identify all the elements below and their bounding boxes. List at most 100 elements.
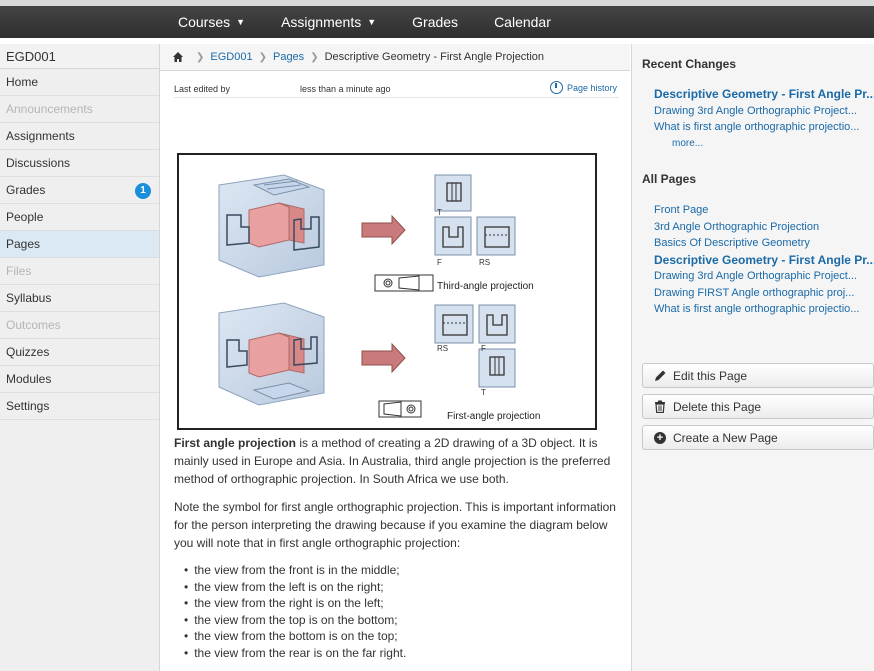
home-icon[interactable] xyxy=(172,51,184,63)
view-label: RS xyxy=(437,344,448,353)
page-link[interactable]: Descriptive Geometry - First Angle Pr... xyxy=(632,252,874,269)
sidebar-item-announcements[interactable]: Announcements xyxy=(0,96,159,123)
page-link[interactable]: Front Page xyxy=(632,202,874,219)
page-link[interactable]: Drawing 3rd Angle Orthographic Project..… xyxy=(632,268,874,285)
sidebar-item-label: Discussions xyxy=(6,156,71,170)
sidebar-item-people[interactable]: People xyxy=(0,204,159,231)
all-pages-heading: All Pages xyxy=(642,172,697,186)
sidebar-item-settings[interactable]: Settings xyxy=(0,393,159,420)
third-angle-cube xyxy=(218,174,325,278)
sidebar-item-outcomes[interactable]: Outcomes xyxy=(0,312,159,339)
top-navigation: Courses ▼ Assignments ▼ Grades Calendar xyxy=(178,14,587,30)
third-angle-views: T F RS xyxy=(434,174,516,267)
third-angle-label: Third-angle projection xyxy=(437,281,534,292)
sidebar-item-files[interactable]: Files xyxy=(0,258,159,285)
nav-assignments-label: Assignments xyxy=(281,14,362,30)
nav-grades[interactable]: Grades xyxy=(412,14,458,30)
page-link[interactable]: Drawing FIRST Angle orthographic proj... xyxy=(632,285,874,302)
sidebar-item-home[interactable]: Home xyxy=(0,69,159,96)
sidebar-item-modules[interactable]: Modules xyxy=(0,366,159,393)
nav-courses[interactable]: Courses ▼ xyxy=(178,14,245,30)
nav-calendar-label: Calendar xyxy=(494,14,551,30)
nav-courses-label: Courses xyxy=(178,14,231,30)
sidebar-item-pages[interactable]: Pages xyxy=(0,231,159,258)
chevron-down-icon: ▼ xyxy=(367,17,377,27)
recent-changes-list: Descriptive Geometry - First Angle Pr...… xyxy=(632,86,874,152)
sidebar-item-label: Announcements xyxy=(6,102,93,116)
breadcrumb-separator: ❯ xyxy=(196,51,205,63)
breadcrumb-separator: ❯ xyxy=(258,51,267,63)
view-label: F xyxy=(481,344,486,353)
course-sidebar: EGD001 Home Announcements Assignments Di… xyxy=(0,44,160,671)
view-label: T xyxy=(437,208,442,217)
recent-page-link[interactable]: Descriptive Geometry - First Angle Pr... xyxy=(632,86,874,103)
create-page-label: Create a New Page xyxy=(673,430,778,445)
delete-page-button[interactable]: Delete this Page xyxy=(642,394,874,419)
projection-diagram-drawing: T F RS Third-angle projection RS F T Fir… xyxy=(218,174,540,422)
first-angle-symbol xyxy=(378,400,422,418)
view-label: T xyxy=(481,388,486,397)
recent-page-link[interactable]: Drawing 3rd Angle Orthographic Project..… xyxy=(632,103,874,120)
sidebar-item-quizzes[interactable]: Quizzes xyxy=(0,339,159,366)
intro-term: First angle projection xyxy=(174,436,297,450)
sidebar-item-syllabus[interactable]: Syllabus xyxy=(0,285,159,312)
breadcrumb-separator: ❯ xyxy=(310,51,319,63)
first-angle-cube xyxy=(218,302,325,406)
more-link[interactable]: more... xyxy=(632,136,874,152)
list-item: the view from the left is on the right; xyxy=(184,579,619,596)
edit-page-button[interactable]: Edit this Page xyxy=(642,363,874,388)
page-body: First angle projection is a method of cr… xyxy=(174,434,619,661)
create-page-button[interactable]: + Create a New Page xyxy=(642,425,874,450)
page-link[interactable]: What is first angle orthographic project… xyxy=(632,301,874,318)
sidebar-item-label: People xyxy=(6,210,44,224)
trash-icon xyxy=(653,400,667,414)
projection-rules-list: the view from the front is in the middle… xyxy=(174,562,619,661)
page-link[interactable]: Basics Of Descriptive Geometry xyxy=(632,235,874,252)
first-angle-label: First-angle projection xyxy=(447,411,540,422)
arrow-icon xyxy=(361,342,406,374)
sidebar-item-grades[interactable]: Grades 1 xyxy=(0,177,159,204)
last-edited-time: less than a minute ago xyxy=(300,84,391,94)
sidebar-item-label: Grades xyxy=(6,183,46,197)
page-history-link[interactable]: Page history xyxy=(549,81,617,94)
sidebar-item-label: Outcomes xyxy=(6,318,61,332)
plus-circle-icon: + xyxy=(653,431,667,445)
page-link[interactable]: 3rd Angle Orthographic Projection xyxy=(632,219,874,236)
sidebar-item-label: Settings xyxy=(6,399,50,413)
list-item: the view from the right is on the left; xyxy=(184,595,619,612)
list-item: the view from the bottom is on the top; xyxy=(184,628,619,645)
nav-calendar[interactable]: Calendar xyxy=(494,14,551,30)
recent-page-link[interactable]: What is first angle orthographic project… xyxy=(632,119,874,136)
projection-diagram: T F RS Third-angle projection RS F T Fir… xyxy=(177,153,597,430)
sidebar-item-discussions[interactable]: Discussions xyxy=(0,150,159,177)
sidebar-item-label: Quizzes xyxy=(6,345,50,359)
edit-page-label: Edit this Page xyxy=(673,368,748,383)
breadcrumb-course[interactable]: EGD001 xyxy=(210,51,252,63)
view-label: F xyxy=(437,258,442,267)
last-edited-by: Last edited by xyxy=(174,84,231,94)
breadcrumb-current-page: Descriptive Geometry - First Angle Proje… xyxy=(324,51,545,63)
sidebar-item-label: Files xyxy=(6,264,32,278)
history-icon xyxy=(549,81,563,94)
sidebar-item-label: Syllabus xyxy=(6,291,52,305)
global-nav-bar: Courses ▼ Assignments ▼ Grades Calendar xyxy=(0,0,874,38)
course-code[interactable]: EGD001 xyxy=(0,44,159,69)
main-content: ❯ EGD001 ❯ Pages ❯ Descriptive Geometry … xyxy=(160,44,630,671)
sidebar-item-label: Home xyxy=(6,75,39,89)
nav-grades-label: Grades xyxy=(412,14,459,30)
breadcrumb: ❯ EGD001 ❯ Pages ❯ Descriptive Geometry … xyxy=(160,44,630,71)
nav-assignments[interactable]: Assignments ▼ xyxy=(281,14,376,30)
all-pages-list: Front Page 3rd Angle Orthographic Projec… xyxy=(632,202,874,318)
page-edit-info: Last edited by less than a minute ago Pa… xyxy=(174,80,619,98)
pencil-icon xyxy=(653,369,667,383)
note-paragraph: Note the symbol for first angle orthogra… xyxy=(174,500,616,550)
third-angle-symbol xyxy=(374,274,434,292)
sidebar-item-label: Assignments xyxy=(6,129,75,143)
arrow-icon xyxy=(361,214,406,246)
notification-badge: 1 xyxy=(135,183,151,199)
sidebar-item-assignments[interactable]: Assignments xyxy=(0,123,159,150)
list-item: the view from the rear is on the far rig… xyxy=(184,645,619,662)
delete-page-label: Delete this Page xyxy=(673,399,762,414)
breadcrumb-pages[interactable]: Pages xyxy=(273,51,304,63)
first-angle-views: RS F T xyxy=(434,304,516,397)
